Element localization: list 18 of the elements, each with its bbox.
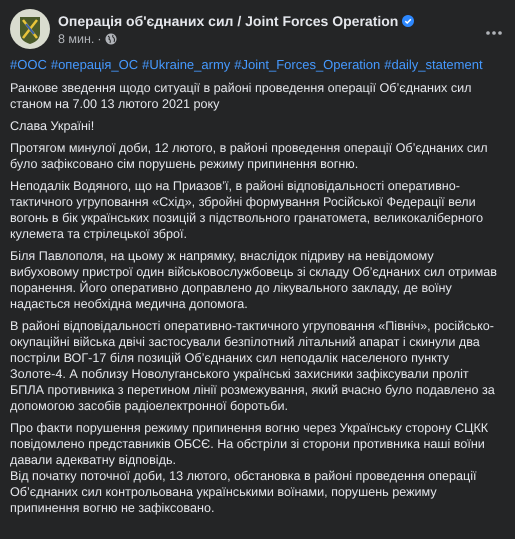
globe-icon[interactable] [104, 33, 117, 45]
hashtag-link[interactable]: #Joint_Forces_Operation [234, 55, 380, 74]
post-paragraph: Протягом минулої доби, 12 лютого, в районі проведення операції Об’єднаних сил було зафіксовано сім порушень режиму припинення вогню. [10, 140, 489, 172]
post-paragraph: В районі відповідальності оперативно-тактичного угруповання «Північ», російсько-окупаційні війська двічі застосували безпілотний літальний апарат і скинули два постріли ВОГ-17 біля позицій Об’єднаних сил неподалік населеного пункту Золоте-4. А поблизу Новолуганського українські захисники зафіксували проліт БПЛА противника з перетином лінії розмежування, який вчасно було подавлено за допомогою засобів радіоелектронної боротьби. [10, 318, 496, 414]
hashtag-link[interactable]: #daily_statement [384, 55, 483, 74]
hashtag-link[interactable]: #ООС [10, 55, 47, 74]
separator-dot: · [97, 32, 102, 46]
hashtag-link[interactable]: #операція_ОС [50, 55, 138, 74]
page-name-link[interactable]: Операція об'єднаних сил / Joint Forces Operation [58, 13, 398, 29]
emblem-avatar-icon[interactable] [10, 9, 50, 49]
more-options-icon[interactable] [486, 31, 502, 35]
post-time-link[interactable]: 8 мин. [58, 32, 94, 46]
post-paragraph: Неподалік Водяного, що на Приазов’ї, в районі відповідальності оперативно-тактичного угруповання «Схід», збройні формування Російської Федерації вели вогонь в бік українських позицій з підствольного гранатомета, великокаліберного кулемета та стрілецької зброї. [10, 178, 484, 242]
post-paragraph: Слава Україні! [10, 118, 96, 134]
hashtag-link[interactable]: #Ukraine_army [142, 55, 230, 74]
post-paragraph: Біля Павлополя, на цьому ж напрямку, внаслідок підриву на невідомому вибуховому пристрої один військовослужбовець зі складу Об’єднаних сил отримав поранення. Його оперативно доправлено до лікувального закладу, де воїну надається необхідна медична допомога. [10, 248, 498, 312]
post-paragraph: Про факти порушення режиму припинення вогню через Українську сторону СЦКК повідомлено представників ОБСЄ. На обстріли зі сторони противника наші воїни давали адекватну відповідь. Від початку поточної доби, 13 лютого, обстановка в районі проведення операції Об’єднаних сил контрольована українськими воїнами, порушень режиму припинення вогню не зафіксовано. [10, 420, 490, 516]
post-paragraph: Ранкове зведення щодо ситуації в районі проведення операції Об’єднаних сил станом на 7.00 13 лютого 2021 року [10, 80, 473, 112]
